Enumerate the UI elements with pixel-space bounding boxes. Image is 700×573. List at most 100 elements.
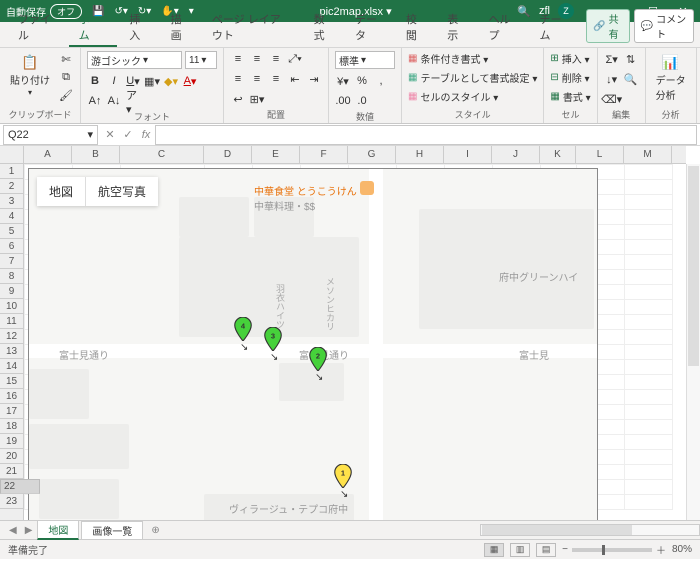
tab-insert[interactable]: 挿入 xyxy=(119,6,158,47)
zoom-in-icon[interactable]: ＋ xyxy=(656,542,666,557)
insert-cells-button[interactable]: ⊞挿入 ▾ xyxy=(550,51,589,66)
formula-input[interactable] xyxy=(155,125,697,145)
map-pin-1[interactable]: 1↘ xyxy=(334,464,352,488)
decrease-font-icon[interactable]: A↓ xyxy=(106,93,122,109)
tab-data[interactable]: データ xyxy=(345,6,394,47)
normal-view-icon[interactable]: ▦ xyxy=(484,543,504,557)
comments-button[interactable]: 💬 コメント xyxy=(634,9,694,43)
cancel-formula-icon[interactable]: ✕ xyxy=(101,128,119,141)
sort-icon[interactable]: ⇅ xyxy=(623,51,639,67)
paste-button[interactable]: 📋 貼り付け▾ xyxy=(6,51,54,99)
align-right-icon[interactable]: ≡ xyxy=(268,71,284,87)
group-styles: ▦条件付き書式 ▾ ▦テーブルとして書式設定 ▾ ▦セルのスタイル ▾ スタイル xyxy=(402,48,544,123)
building-label: メソンヒカリ xyxy=(324,277,337,331)
tab-review[interactable]: 校閲 xyxy=(396,6,435,47)
number-format-select[interactable]: 標準▾ xyxy=(335,51,395,69)
find-icon[interactable]: 🔍 xyxy=(623,71,639,87)
tab-layout[interactable]: ページ レイアウト xyxy=(202,6,302,47)
street-label: 富士見 xyxy=(519,347,549,362)
fill-color-icon[interactable]: ◆▾ xyxy=(163,73,179,89)
align-middle-icon[interactable]: ≡ xyxy=(249,51,265,67)
enter-formula-icon[interactable]: ✓ xyxy=(119,128,137,141)
cut-icon[interactable]: ✄ xyxy=(58,51,74,67)
conditional-format-button[interactable]: ▦条件付き書式 ▾ xyxy=(408,51,488,66)
horizontal-scrollbar[interactable] xyxy=(480,524,700,536)
sheet-nav-next-icon[interactable]: ▶ xyxy=(22,525,36,536)
page-layout-view-icon[interactable]: ▥ xyxy=(510,543,530,557)
name-box[interactable]: Q22▾ xyxy=(3,125,98,145)
percent-icon[interactable]: % xyxy=(354,73,370,89)
wrap-text-icon[interactable]: ↩ xyxy=(230,91,246,107)
italic-icon[interactable]: I xyxy=(106,73,122,89)
cell-styles-button[interactable]: ▦セルのスタイル ▾ xyxy=(408,89,498,104)
sheet-tab-map[interactable]: 地図 xyxy=(37,520,79,540)
sum-icon[interactable]: Σ▾ xyxy=(604,51,620,67)
row-headers[interactable]: 1234567891011121314151617181920212223 xyxy=(0,164,24,520)
new-sheet-button[interactable]: ⊕ xyxy=(145,525,165,536)
tab-draw[interactable]: 描画 xyxy=(161,6,200,47)
cell-grid[interactable]: 地図 航空写真 中華食堂 とうこうけん 中華料理・$$ 富士見通り 富士見通り … xyxy=(24,164,700,520)
zoom-out-icon[interactable]: − xyxy=(562,544,568,555)
merge-icon[interactable]: ⊞▾ xyxy=(249,91,265,107)
delete-cells-button[interactable]: ⊟削除 ▾ xyxy=(550,70,589,85)
phonetic-icon[interactable]: ア▾ xyxy=(125,93,141,109)
zoom-level[interactable]: 80% xyxy=(672,544,692,555)
map-type-satellite[interactable]: 航空写真 xyxy=(85,177,158,206)
sheet-tab-bar: ◀ ▶ 地図 画像一覧 ⊕ xyxy=(0,520,700,539)
analyze-data-button[interactable]: 📊 データ 分析 xyxy=(652,51,690,104)
comma-icon[interactable]: , xyxy=(373,73,389,89)
map-type-map[interactable]: 地図 xyxy=(37,177,85,206)
group-number: 標準▾ ¥▾ % , .00 .0 数値 xyxy=(329,48,402,123)
decrease-decimal-icon[interactable]: .0 xyxy=(354,93,370,109)
tab-formulas[interactable]: 数式 xyxy=(304,6,343,47)
align-bottom-icon[interactable]: ≡ xyxy=(268,51,284,67)
copy-icon[interactable]: ⧉ xyxy=(58,69,74,85)
tab-view[interactable]: 表示 xyxy=(437,6,476,47)
align-left-icon[interactable]: ≡ xyxy=(230,71,246,87)
format-as-table-button[interactable]: ▦テーブルとして書式設定 ▾ xyxy=(408,70,537,85)
vertical-scrollbar[interactable] xyxy=(686,164,700,520)
fx-icon[interactable]: fx xyxy=(137,129,155,141)
column-headers[interactable]: ABCDEFGHIJKLM xyxy=(24,146,686,164)
map-type-control[interactable]: 地図 航空写真 xyxy=(37,177,158,206)
clear-icon[interactable]: ⌫▾ xyxy=(604,91,620,107)
increase-indent-icon[interactable]: ⇥ xyxy=(306,71,322,87)
share-button[interactable]: 🔗 共有 xyxy=(586,9,630,43)
border-icon[interactable]: ▦▾ xyxy=(144,73,160,89)
tab-home[interactable]: ホーム xyxy=(69,6,118,47)
map-pin-2[interactable]: 2↘ xyxy=(309,347,327,371)
map-pin-4[interactable]: 4↘ xyxy=(234,317,252,341)
tab-help[interactable]: ヘルプ xyxy=(479,6,528,47)
map-pin-3[interactable]: 3↘ xyxy=(264,327,282,351)
worksheet-area: ABCDEFGHIJKLM 12345678910111213141516171… xyxy=(0,146,700,520)
tab-file[interactable]: ファイル xyxy=(8,6,67,47)
tab-team[interactable]: チーム xyxy=(529,6,578,47)
group-font: 游ゴシック▾ 11▾ B I U▾ ▦▾ ◆▾ A▾ A↑ A↓ ア▾ フォント xyxy=(81,48,224,123)
font-color-icon[interactable]: A▾ xyxy=(182,73,198,89)
sheet-nav-prev-icon[interactable]: ◀ xyxy=(6,525,20,536)
orientation-icon[interactable]: ⤢▾ xyxy=(287,51,303,67)
building-label: 羽衣ハイツ xyxy=(274,284,287,329)
building-label: 府中グリーンハイ xyxy=(499,269,578,284)
select-all-corner[interactable] xyxy=(0,146,24,164)
increase-decimal-icon[interactable]: .00 xyxy=(335,93,351,109)
map-poi[interactable]: 中華食堂 とうこうけん 中華料理・$$ xyxy=(254,181,374,213)
map-image-object[interactable]: 地図 航空写真 中華食堂 とうこうけん 中華料理・$$ 富士見通り 富士見通り … xyxy=(28,168,598,520)
increase-font-icon[interactable]: A↑ xyxy=(87,93,103,109)
fill-icon[interactable]: ↓▾ xyxy=(604,71,620,87)
svg-text:2: 2 xyxy=(316,351,320,360)
sheet-tab-images[interactable]: 画像一覧 xyxy=(81,521,143,539)
ribbon-tabs: ファイル ホーム 挿入 描画 ページ レイアウト 数式 データ 校閲 表示 ヘル… xyxy=(0,22,700,48)
align-center-icon[interactable]: ≡ xyxy=(249,71,265,87)
align-top-icon[interactable]: ≡ xyxy=(230,51,246,67)
bold-icon[interactable]: B xyxy=(87,73,103,89)
zoom-slider[interactable]: − ＋ xyxy=(562,542,666,557)
group-analysis: 📊 データ 分析 分析 xyxy=(646,48,697,123)
decrease-indent-icon[interactable]: ⇤ xyxy=(287,71,303,87)
format-cells-button[interactable]: ▦書式 ▾ xyxy=(550,89,590,104)
currency-icon[interactable]: ¥▾ xyxy=(335,73,351,89)
font-name-select[interactable]: 游ゴシック▾ xyxy=(87,51,182,69)
format-painter-icon[interactable]: 🖌 xyxy=(58,87,74,103)
page-break-view-icon[interactable]: ▤ xyxy=(536,543,556,557)
font-size-select[interactable]: 11▾ xyxy=(185,51,217,69)
